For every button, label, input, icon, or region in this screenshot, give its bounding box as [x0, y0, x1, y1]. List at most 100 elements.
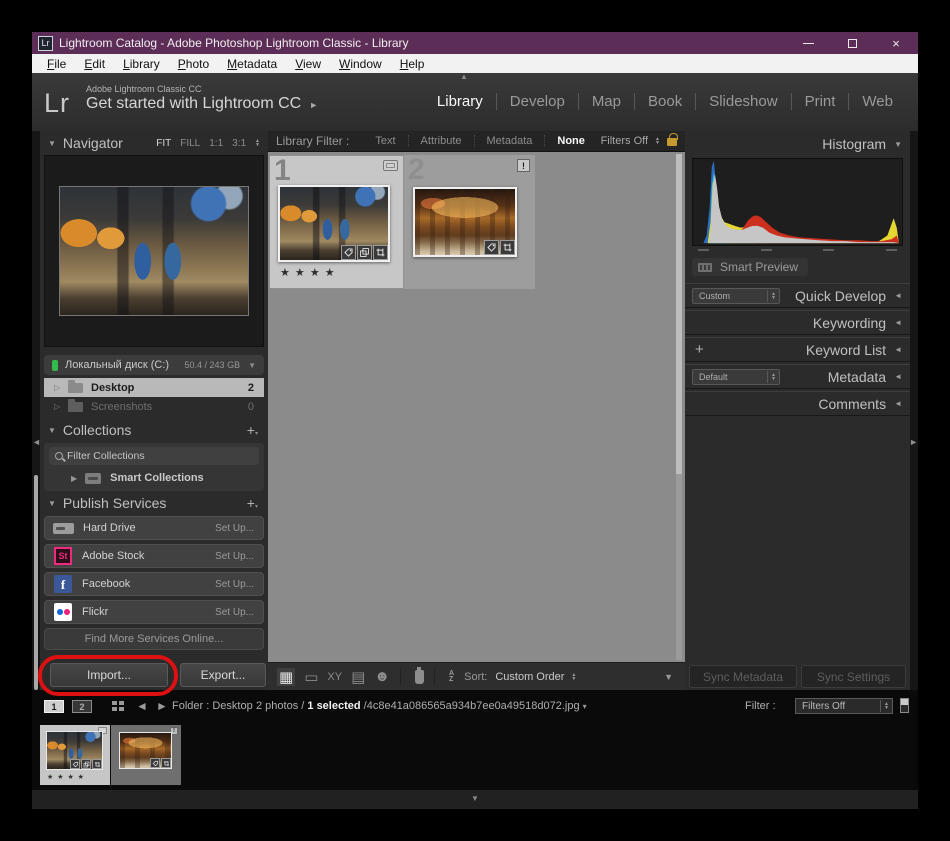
sort-spinner-icon[interactable]: ▲▼: [571, 673, 576, 681]
survey-view-icon[interactable]: ▤: [351, 668, 365, 686]
filter-preset[interactable]: Filters Off: [601, 135, 648, 147]
module-slideshow[interactable]: Slideshow: [695, 93, 790, 110]
grid-scrollbar[interactable]: [676, 154, 682, 660]
grid-cell-2[interactable]: 2 !: [404, 155, 535, 289]
painter-tool-icon[interactable]: [415, 670, 424, 684]
source-folder-label[interactable]: Folder : Desktop: [172, 700, 253, 712]
quick-develop-preset-dropdown[interactable]: Custom ▲▼: [692, 288, 780, 304]
zoom-spinner-icon[interactable]: ▲▼: [255, 139, 260, 147]
photo-thumbnail-1[interactable]: [278, 185, 390, 262]
facebook-setup[interactable]: Set Up...: [215, 579, 263, 590]
sort-direction-icon[interactable]: AZ: [449, 671, 454, 683]
filter-collections-search[interactable]: [49, 447, 259, 465]
smart-collections-row[interactable]: ▶ Smart Collections: [49, 469, 259, 487]
grid-cell-1[interactable]: 1 ★ ★ ★ ★: [269, 155, 404, 289]
second-window-button[interactable]: 2: [72, 700, 92, 713]
module-book[interactable]: Book: [634, 93, 695, 110]
quick-develop-section[interactable]: Custom ▲▼ Quick Develop ◄: [685, 283, 910, 308]
collections-header[interactable]: ▼ Collections +▾: [40, 419, 268, 441]
module-map[interactable]: Map: [578, 93, 634, 110]
export-button[interactable]: Export...: [180, 663, 266, 687]
add-keyword-button[interactable]: +: [695, 341, 704, 358]
next-photo-icon[interactable]: ►: [156, 699, 168, 713]
menu-metadata[interactable]: Metadata: [218, 57, 286, 71]
folder-expand-icon[interactable]: ▷: [54, 383, 62, 392]
menu-help[interactable]: Help: [391, 57, 434, 71]
compare-view-icon[interactable]: XY: [327, 671, 342, 683]
filter-collections-input[interactable]: [67, 450, 227, 462]
minimize-button[interactable]: [786, 32, 830, 54]
zoom-1-1[interactable]: 1:1: [209, 138, 223, 149]
menu-file[interactable]: File: [38, 57, 75, 71]
folder-row-desktop[interactable]: ▷ Desktop 2: [44, 378, 264, 397]
module-develop[interactable]: Develop: [496, 93, 578, 110]
close-button[interactable]: ×: [874, 32, 918, 54]
publish-adobe-stock[interactable]: St Adobe Stock Set Up...: [44, 544, 264, 568]
previous-photo-icon[interactable]: ◄: [136, 699, 148, 713]
filter-text[interactable]: Text: [363, 135, 407, 147]
menu-window[interactable]: Window: [330, 57, 391, 71]
module-print[interactable]: Print: [791, 93, 849, 110]
navigator-preview[interactable]: [44, 155, 264, 347]
develop-badge-icon[interactable]: [373, 245, 388, 260]
metadata-section[interactable]: Default ▲▼ Metadata ◄: [685, 364, 910, 389]
keyword-list-section[interactable]: + Keyword List ◄: [685, 337, 910, 362]
thumbnail-badge-icon[interactable]: [383, 160, 398, 171]
title-bar[interactable]: Lr Lightroom Catalog - Adobe Photoshop L…: [32, 32, 918, 54]
filter-metadata[interactable]: Metadata: [474, 135, 545, 147]
sync-settings-button[interactable]: Sync Settings: [801, 665, 906, 688]
menu-view[interactable]: View: [286, 57, 330, 71]
photo-count-status[interactable]: 2 photos / 1 selected /4c8e41a086565a934…: [256, 700, 587, 712]
filmstrip-filter-dropdown[interactable]: Filters Off ▲▼: [795, 698, 893, 714]
publish-facebook[interactable]: f Facebook Set Up...: [44, 572, 264, 596]
filmstrip-photo-1[interactable]: [46, 731, 103, 770]
comments-section[interactable]: Comments ◄: [685, 391, 910, 416]
hard-drive-setup[interactable]: Set Up...: [215, 523, 263, 534]
folder-row-screenshots[interactable]: ▷ Screenshots 0: [44, 397, 264, 416]
main-window-button[interactable]: 1: [44, 700, 64, 713]
filmstrip-photo-2[interactable]: [119, 732, 172, 769]
filter-lock-icon[interactable]: [667, 138, 677, 146]
filmstrip-thumb-2[interactable]: !: [111, 725, 181, 785]
sync-metadata-button[interactable]: Sync Metadata: [689, 665, 797, 688]
flickr-setup[interactable]: Set Up...: [215, 607, 263, 618]
filter-toggle-switch[interactable]: [900, 698, 909, 713]
histogram-header[interactable]: Histogram ▼: [685, 132, 910, 156]
collection-badge-icon[interactable]: [357, 245, 372, 260]
keyword-tag-badge-icon[interactable]: [484, 240, 499, 255]
module-library[interactable]: Library: [424, 93, 496, 110]
smart-preview-row[interactable]: Smart Preview: [692, 258, 808, 276]
menu-photo[interactable]: Photo: [169, 57, 218, 71]
publish-services-header[interactable]: ▼ Publish Services +▾: [40, 492, 268, 514]
metadata-warning-badge[interactable]: !: [517, 159, 530, 172]
menu-library[interactable]: Library: [114, 57, 169, 71]
navigator-header[interactable]: ▼ Navigator FIT FILL 1:1 3:1 ▲▼: [40, 132, 268, 154]
tagline[interactable]: Get started with Lightroom CC►: [86, 95, 318, 113]
volume-browser[interactable]: Локальный диск (C:) 50.4 / 243 GB ▼: [44, 355, 264, 375]
collapse-bottom-panel-icon[interactable]: ▼: [471, 794, 479, 803]
module-web[interactable]: Web: [848, 93, 906, 110]
zoom-fill[interactable]: FILL: [180, 138, 200, 149]
filter-none[interactable]: None: [544, 135, 597, 147]
collapse-top-panel-icon[interactable]: ▲: [460, 72, 468, 81]
zoom-3-1[interactable]: 3:1: [232, 138, 246, 149]
keywording-section[interactable]: Keywording ◄: [685, 310, 910, 335]
publish-hard-drive[interactable]: Hard Drive Set Up...: [44, 516, 264, 540]
find-more-services-button[interactable]: Find More Services Online...: [44, 628, 264, 650]
filmstrip-thumb-1[interactable]: ★ ★ ★ ★: [40, 725, 110, 785]
develop-badge-icon[interactable]: [500, 240, 515, 255]
grid-shortcut-icon[interactable]: [112, 701, 125, 712]
filter-preset-spinner-icon[interactable]: ▲▼: [655, 137, 660, 145]
filter-attribute[interactable]: Attribute: [408, 135, 474, 147]
smart-collections-expand-icon[interactable]: ▶: [71, 474, 77, 483]
metadata-preset-dropdown[interactable]: Default ▲▼: [692, 369, 780, 385]
add-collection-button[interactable]: +▾: [247, 422, 268, 438]
add-publish-service-button[interactable]: +▾: [247, 495, 268, 511]
publish-flickr[interactable]: Flickr Set Up...: [44, 600, 264, 624]
people-view-icon[interactable]: ☻: [374, 668, 390, 685]
star-rating[interactable]: ★ ★ ★ ★: [280, 266, 336, 279]
toolbar-options-icon[interactable]: ▼: [664, 672, 685, 682]
loupe-view-icon[interactable]: ▭: [304, 668, 318, 686]
grid-view[interactable]: 1 ★ ★ ★ ★ 2 !: [268, 152, 685, 662]
import-button[interactable]: Import...: [50, 663, 168, 687]
